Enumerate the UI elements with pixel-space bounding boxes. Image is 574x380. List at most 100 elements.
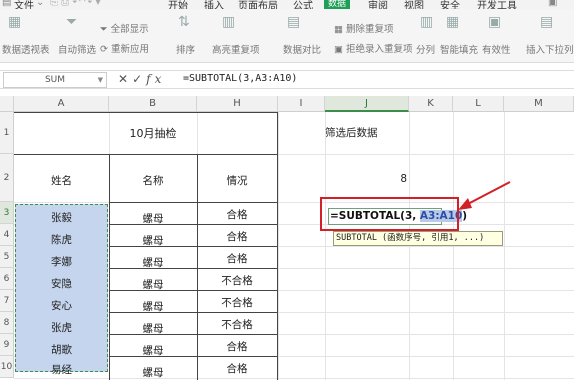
cell-name[interactable]: 李娜: [14, 254, 109, 269]
menu-bar: ▤ 文件 ⌄ ⎘ ⎙ ↶ ↷ ▾ 开始 插入 页面布局 公式 数据 审阅 视图 …: [0, 0, 574, 9]
show-all-icon: ⏷: [100, 24, 108, 35]
filtered-data-label: 筛选后数据: [325, 127, 378, 139]
quick-access-icons[interactable]: ⎘ ⎙ ↶ ↷ ▾: [50, 0, 101, 8]
cell-item[interactable]: 螺母: [109, 343, 197, 358]
tab-view[interactable]: 视图: [404, 0, 424, 9]
cell-name[interactable]: 张毅: [14, 210, 109, 225]
tab-security[interactable]: 安全: [440, 0, 460, 9]
reject-dup-label: 拒绝录入重复项: [346, 44, 413, 55]
header-status: 情况: [226, 175, 248, 187]
row-header-10[interactable]: 10: [0, 356, 14, 378]
name-box[interactable]: SUM ▼: [3, 72, 107, 88]
row-header-8[interactable]: 8: [0, 312, 14, 334]
cell-item[interactable]: 螺母: [109, 321, 197, 336]
gridline: [14, 378, 574, 379]
cell-status[interactable]: 合格: [197, 339, 277, 354]
delete-dup-button[interactable]: ▦ 删除重复项: [334, 21, 394, 35]
formula-bar: SUM ▼ ✕✓fx =SUBTOTAL(3,A3:A10): [0, 70, 574, 89]
tab-review[interactable]: 审阅: [368, 0, 388, 9]
column-header-l[interactable]: L: [453, 96, 504, 112]
cell-name[interactable]: 陈虎: [14, 232, 109, 247]
reapply-button[interactable]: ⟳ 重新应用: [100, 41, 149, 55]
cell-status[interactable]: 不合格: [197, 273, 277, 288]
reject-dup-icon: ▣: [334, 44, 343, 55]
cell-item[interactable]: 螺母: [109, 277, 197, 292]
cell-status[interactable]: 合格: [197, 207, 277, 222]
cell-status[interactable]: 不合格: [197, 317, 277, 332]
cell-status[interactable]: 不合格: [197, 295, 277, 310]
column-header-b[interactable]: B: [109, 96, 197, 112]
split-label: 分列: [416, 45, 436, 56]
cancel-icon[interactable]: ✕: [118, 72, 132, 86]
table-title: 10月抽检: [129, 127, 177, 140]
insert-dropdown-label: 插入下拉列表: [526, 45, 574, 56]
column-header-h[interactable]: H: [197, 96, 278, 112]
tab-home[interactable]: 开始: [168, 0, 188, 9]
header-name: 姓名: [51, 175, 72, 187]
tab-developer[interactable]: 开发工具: [477, 0, 517, 9]
cell-status[interactable]: 合格: [197, 361, 277, 376]
menu-icon[interactable]: ▤: [2, 0, 11, 8]
menu-file[interactable]: 文件: [14, 0, 34, 9]
name-box-value: SUM: [44, 75, 66, 85]
table-border: [277, 112, 278, 380]
cell-item[interactable]: 螺母: [109, 233, 197, 248]
column-header-k[interactable]: K: [409, 96, 453, 112]
cell-item[interactable]: 螺母: [109, 211, 197, 226]
sort-icon: ⇅: [178, 14, 190, 30]
annotation-box: [320, 197, 459, 231]
formula-icons: ✕✓fx: [118, 72, 165, 86]
cell-item[interactable]: 螺母: [109, 255, 197, 270]
cell-name[interactable]: 安隐: [14, 276, 109, 291]
pivot-table-button[interactable]: ▦: [8, 13, 21, 31]
split-icon: ▥: [420, 14, 434, 30]
cell-status[interactable]: 合格: [197, 251, 277, 266]
column-header-j[interactable]: J: [325, 96, 409, 112]
cell-name[interactable]: 安心: [14, 298, 109, 313]
row-header-9[interactable]: 9: [0, 334, 14, 356]
reject-dup-button[interactable]: ▣ 拒绝录入重复项: [334, 41, 413, 55]
tab-data[interactable]: 数据: [324, 0, 351, 9]
data-compare-button[interactable]: ▤: [287, 13, 300, 31]
cell-item[interactable]: 螺母: [109, 299, 197, 314]
tab-page-layout[interactable]: 页面布局: [238, 0, 278, 9]
highlight-dup-button[interactable]: ▥: [222, 13, 235, 31]
reapply-label: 重新应用: [111, 44, 150, 55]
column-header-i[interactable]: I: [278, 96, 325, 112]
row-header-1[interactable]: 1: [0, 112, 14, 154]
cell-name[interactable]: 易经: [14, 362, 109, 377]
menu-dropdown-icon[interactable]: ⌄: [36, 0, 44, 8]
cell-name[interactable]: 胡歌: [14, 342, 109, 357]
insert-dropdown-button[interactable]: ▤: [540, 13, 553, 31]
sort-button[interactable]: ⇅: [178, 13, 190, 31]
row-header-7[interactable]: 7: [0, 290, 14, 312]
row-header-6[interactable]: 6: [0, 268, 14, 290]
formula-input[interactable]: =SUBTOTAL(3,A3:A10): [183, 73, 297, 84]
reapply-icon: ⟳: [100, 44, 108, 55]
chevron-down-icon[interactable]: ▼: [98, 73, 103, 87]
tab-insert[interactable]: 插入: [204, 0, 224, 9]
cell-name[interactable]: 张虎: [14, 320, 109, 335]
fx-icon[interactable]: fx: [146, 72, 165, 86]
tab-formulas[interactable]: 公式: [293, 0, 313, 9]
confirm-icon[interactable]: ✓: [132, 72, 146, 86]
show-all-button[interactable]: ⏷ 全部显示: [100, 21, 149, 35]
cell-item[interactable]: 螺母: [109, 365, 197, 380]
compare-icon: ▤: [287, 14, 301, 30]
row-header-4[interactable]: 4: [0, 224, 14, 246]
cell-status[interactable]: 合格: [197, 229, 277, 244]
delete-dup-label: 删除重复项: [346, 24, 394, 35]
select-all-corner[interactable]: [0, 96, 14, 112]
delete-dup-icon: ▦: [334, 24, 343, 35]
row-header-5[interactable]: 5: [0, 246, 14, 268]
smart-fill-button[interactable]: ▦: [446, 13, 459, 31]
split-button[interactable]: ▥: [420, 13, 433, 31]
row-header-3[interactable]: 3: [0, 202, 14, 224]
row-header-2[interactable]: 2: [0, 154, 14, 202]
more-icon[interactable]: ▣: [548, 0, 557, 8]
validation-button[interactable]: ▣: [488, 13, 501, 31]
auto-filter-button[interactable]: ⏷: [66, 13, 77, 31]
column-header-a[interactable]: A: [14, 96, 109, 112]
column-header-m[interactable]: M: [504, 96, 574, 112]
validation-icon: ▣: [488, 14, 502, 30]
